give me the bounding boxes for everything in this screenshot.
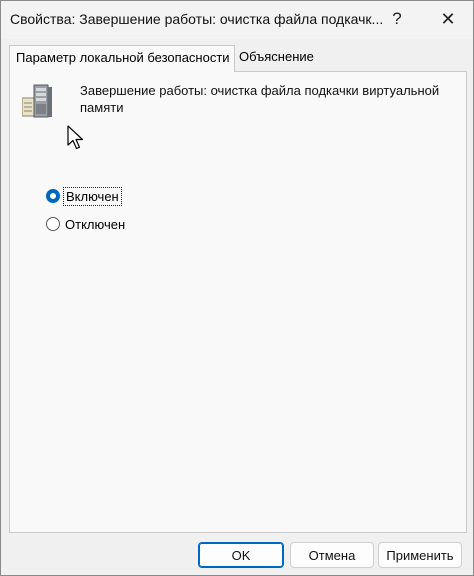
properties-dialog: Свойства: Завершение работы: очистка фай…	[0, 0, 474, 576]
ok-button[interactable]: OK	[198, 542, 284, 568]
title-bar[interactable]: Свойства: Завершение работы: очистка фай…	[1, 1, 473, 39]
window-title: Свойства: Завершение работы: очистка фай…	[10, 11, 384, 27]
option-enabled[interactable]: Включен	[46, 185, 122, 207]
policy-title: Завершение работы: очистка файла подкачк…	[80, 83, 440, 115]
option-disabled-label[interactable]: Отключен	[63, 216, 127, 233]
mouse-cursor-icon	[67, 125, 84, 150]
server-policy-icon	[22, 84, 52, 118]
button-bar: OK Отмена Применить	[1, 533, 473, 575]
cancel-button[interactable]: Отмена	[290, 542, 374, 568]
option-disabled[interactable]: Отключен	[46, 213, 127, 235]
radio-disabled[interactable]	[46, 217, 60, 231]
close-button[interactable]: ✕	[433, 5, 463, 33]
radio-enabled[interactable]	[46, 189, 60, 203]
help-button[interactable]: ?	[382, 5, 412, 33]
tab-local-security-setting[interactable]: Параметр локальной безопасности	[9, 45, 235, 72]
option-enabled-label[interactable]: Включен	[63, 186, 122, 206]
apply-button[interactable]: Применить	[378, 542, 462, 568]
tab-explain[interactable]: Объяснение	[237, 45, 321, 71]
